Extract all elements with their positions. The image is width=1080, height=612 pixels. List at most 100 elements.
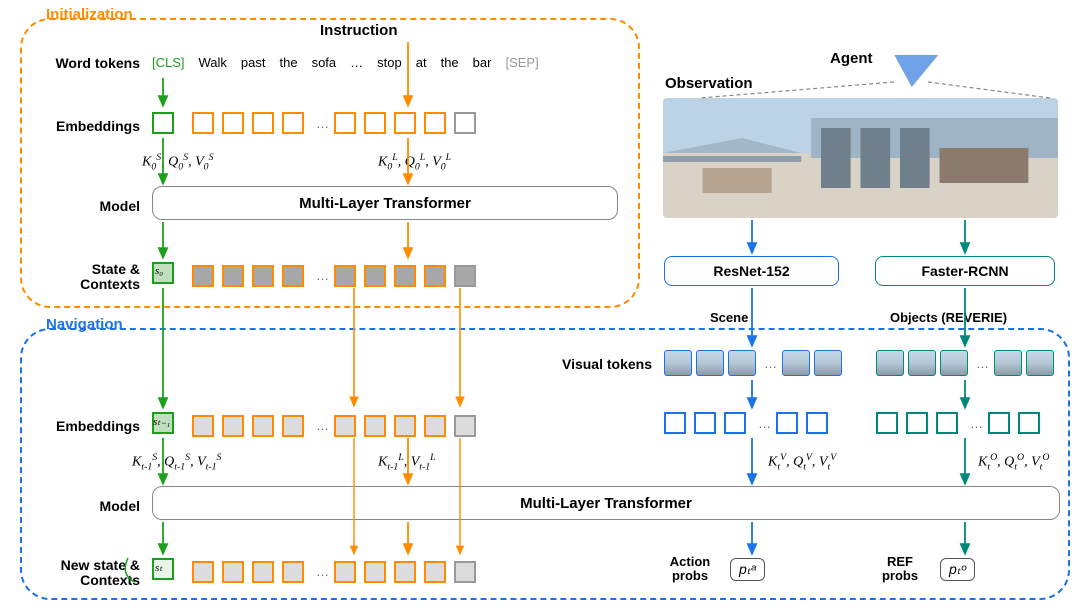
state-stm1-label: sₜ₋₁: [153, 415, 170, 428]
new-ctx: [334, 561, 356, 583]
row-label-state-contexts: State & Contexts: [20, 262, 140, 293]
section-label-navigation: Navigation: [46, 316, 123, 333]
agent-triangle-icon: [890, 55, 938, 87]
new-ctx: [192, 561, 214, 583]
new-ctx: [222, 561, 244, 583]
emb-token-nav: [364, 415, 386, 437]
ctx-token: [424, 265, 446, 287]
scene-label: Scene: [710, 310, 748, 325]
dots-icon: …: [316, 418, 330, 433]
dots-icon: …: [976, 356, 990, 371]
scene-thumb: [728, 350, 756, 376]
header-instruction: Instruction: [320, 22, 398, 39]
scene-emb: [694, 412, 716, 434]
scene-emb-row: …: [664, 412, 836, 434]
emb-token: [252, 112, 274, 134]
dots-icon: …: [758, 416, 772, 431]
scene-thumb: [696, 350, 724, 376]
emb-token: [364, 112, 386, 134]
row-label-embeddings: Embeddings: [20, 118, 140, 134]
ctx-sep: [454, 265, 476, 287]
ctx-token: [394, 265, 416, 287]
ctx-token: [252, 265, 274, 287]
token-walk: Walk: [195, 50, 231, 74]
new-ctx: [252, 561, 274, 583]
emb-cls-init: [152, 112, 174, 134]
emb-token-nav: [424, 415, 446, 437]
state-s0-label: s₀: [155, 265, 163, 277]
kqv-l0: K0L, Q0L, V0L: [378, 152, 451, 172]
scene-thumb-row: …: [664, 350, 846, 376]
object-emb: [936, 412, 958, 434]
emb-token-nav: [394, 415, 416, 437]
emb-token-nav: [222, 415, 244, 437]
new-ctx: [424, 561, 446, 583]
dots-icon: …: [970, 416, 984, 431]
emb-token: [192, 112, 214, 134]
object-thumb: [908, 350, 936, 376]
kqv-o-t: KtO, QtO, VtO: [978, 452, 1049, 472]
transformer-init-box: Multi-Layer Transformer: [152, 186, 618, 220]
row-label-word-tokens: Word tokens: [20, 55, 140, 71]
object-emb: [1018, 412, 1040, 434]
emb-token: [394, 112, 416, 134]
object-thumb: [940, 350, 968, 376]
new-ctx: [282, 561, 304, 583]
emb-token-nav: [282, 415, 304, 437]
emb-token: [282, 112, 304, 134]
scene-emb: [724, 412, 746, 434]
observation-panorama: [663, 98, 1058, 218]
row-label-embeddings-2: Embeddings: [20, 418, 140, 434]
token-cls: [CLS]: [148, 50, 189, 74]
token-at: at: [412, 50, 431, 74]
transformer-nav-box: Multi-Layer Transformer: [152, 486, 1060, 520]
ref-prob-symbol: pₜᵒ: [949, 561, 966, 578]
object-emb: [988, 412, 1010, 434]
header-action-probs: Action probs: [660, 555, 720, 584]
faster-rcnn-box: Faster-RCNN: [875, 256, 1055, 286]
state-context-row-init: s₀ …: [152, 262, 484, 289]
action-prob-box: pₜᵃ: [730, 558, 765, 581]
kqv-s0: K0S, Q0S, V0S: [142, 152, 213, 172]
kqv-v-t: KtV, QtV, VtV: [768, 452, 836, 472]
ctx-token: [282, 265, 304, 287]
emb-token: [334, 112, 356, 134]
object-thumb: [1026, 350, 1054, 376]
dots-icon: …: [316, 268, 330, 283]
instruction-token-row: [CLS] Walk past the sofa … stop at the b…: [148, 50, 549, 74]
emb-token-nav: [334, 415, 356, 437]
kqv-l-t1: Kt-1L, Vt-1L: [378, 452, 436, 472]
resnet-box: ResNet-152: [664, 256, 839, 286]
dots-icon: …: [316, 116, 330, 131]
scene-thumb: [664, 350, 692, 376]
header-ref-probs: REF probs: [870, 555, 930, 584]
objects-label: Objects (REVERIE): [890, 310, 1007, 325]
scene-thumb: [814, 350, 842, 376]
dots-icon: …: [316, 564, 330, 579]
emb-token: [222, 112, 244, 134]
token-past: past: [237, 50, 270, 74]
token-ellipsis: …: [346, 50, 367, 74]
state-st-label: sₜ: [155, 561, 163, 574]
emb-sep-init: [454, 112, 476, 134]
token-sofa: sofa: [308, 50, 341, 74]
ctx-token: [222, 265, 244, 287]
ctx-token: [334, 265, 356, 287]
new-ctx: [394, 561, 416, 583]
object-thumb-row: …: [876, 350, 1058, 376]
object-emb: [906, 412, 928, 434]
emb-token: [424, 112, 446, 134]
emb-token-nav: [252, 415, 274, 437]
ref-prob-box: pₜᵒ: [940, 558, 975, 581]
scene-emb: [776, 412, 798, 434]
new-sep: [454, 561, 476, 583]
object-thumb: [876, 350, 904, 376]
scene-thumb: [782, 350, 810, 376]
row-label-new-state-contexts: New state & Contexts: [20, 558, 140, 589]
scene-emb: [806, 412, 828, 434]
row-label-model-1: Model: [20, 198, 140, 214]
token-stop: stop: [373, 50, 406, 74]
row-label-model-2: Model: [20, 498, 140, 514]
emb-sep-nav: [454, 415, 476, 437]
emb-token-nav: [192, 415, 214, 437]
